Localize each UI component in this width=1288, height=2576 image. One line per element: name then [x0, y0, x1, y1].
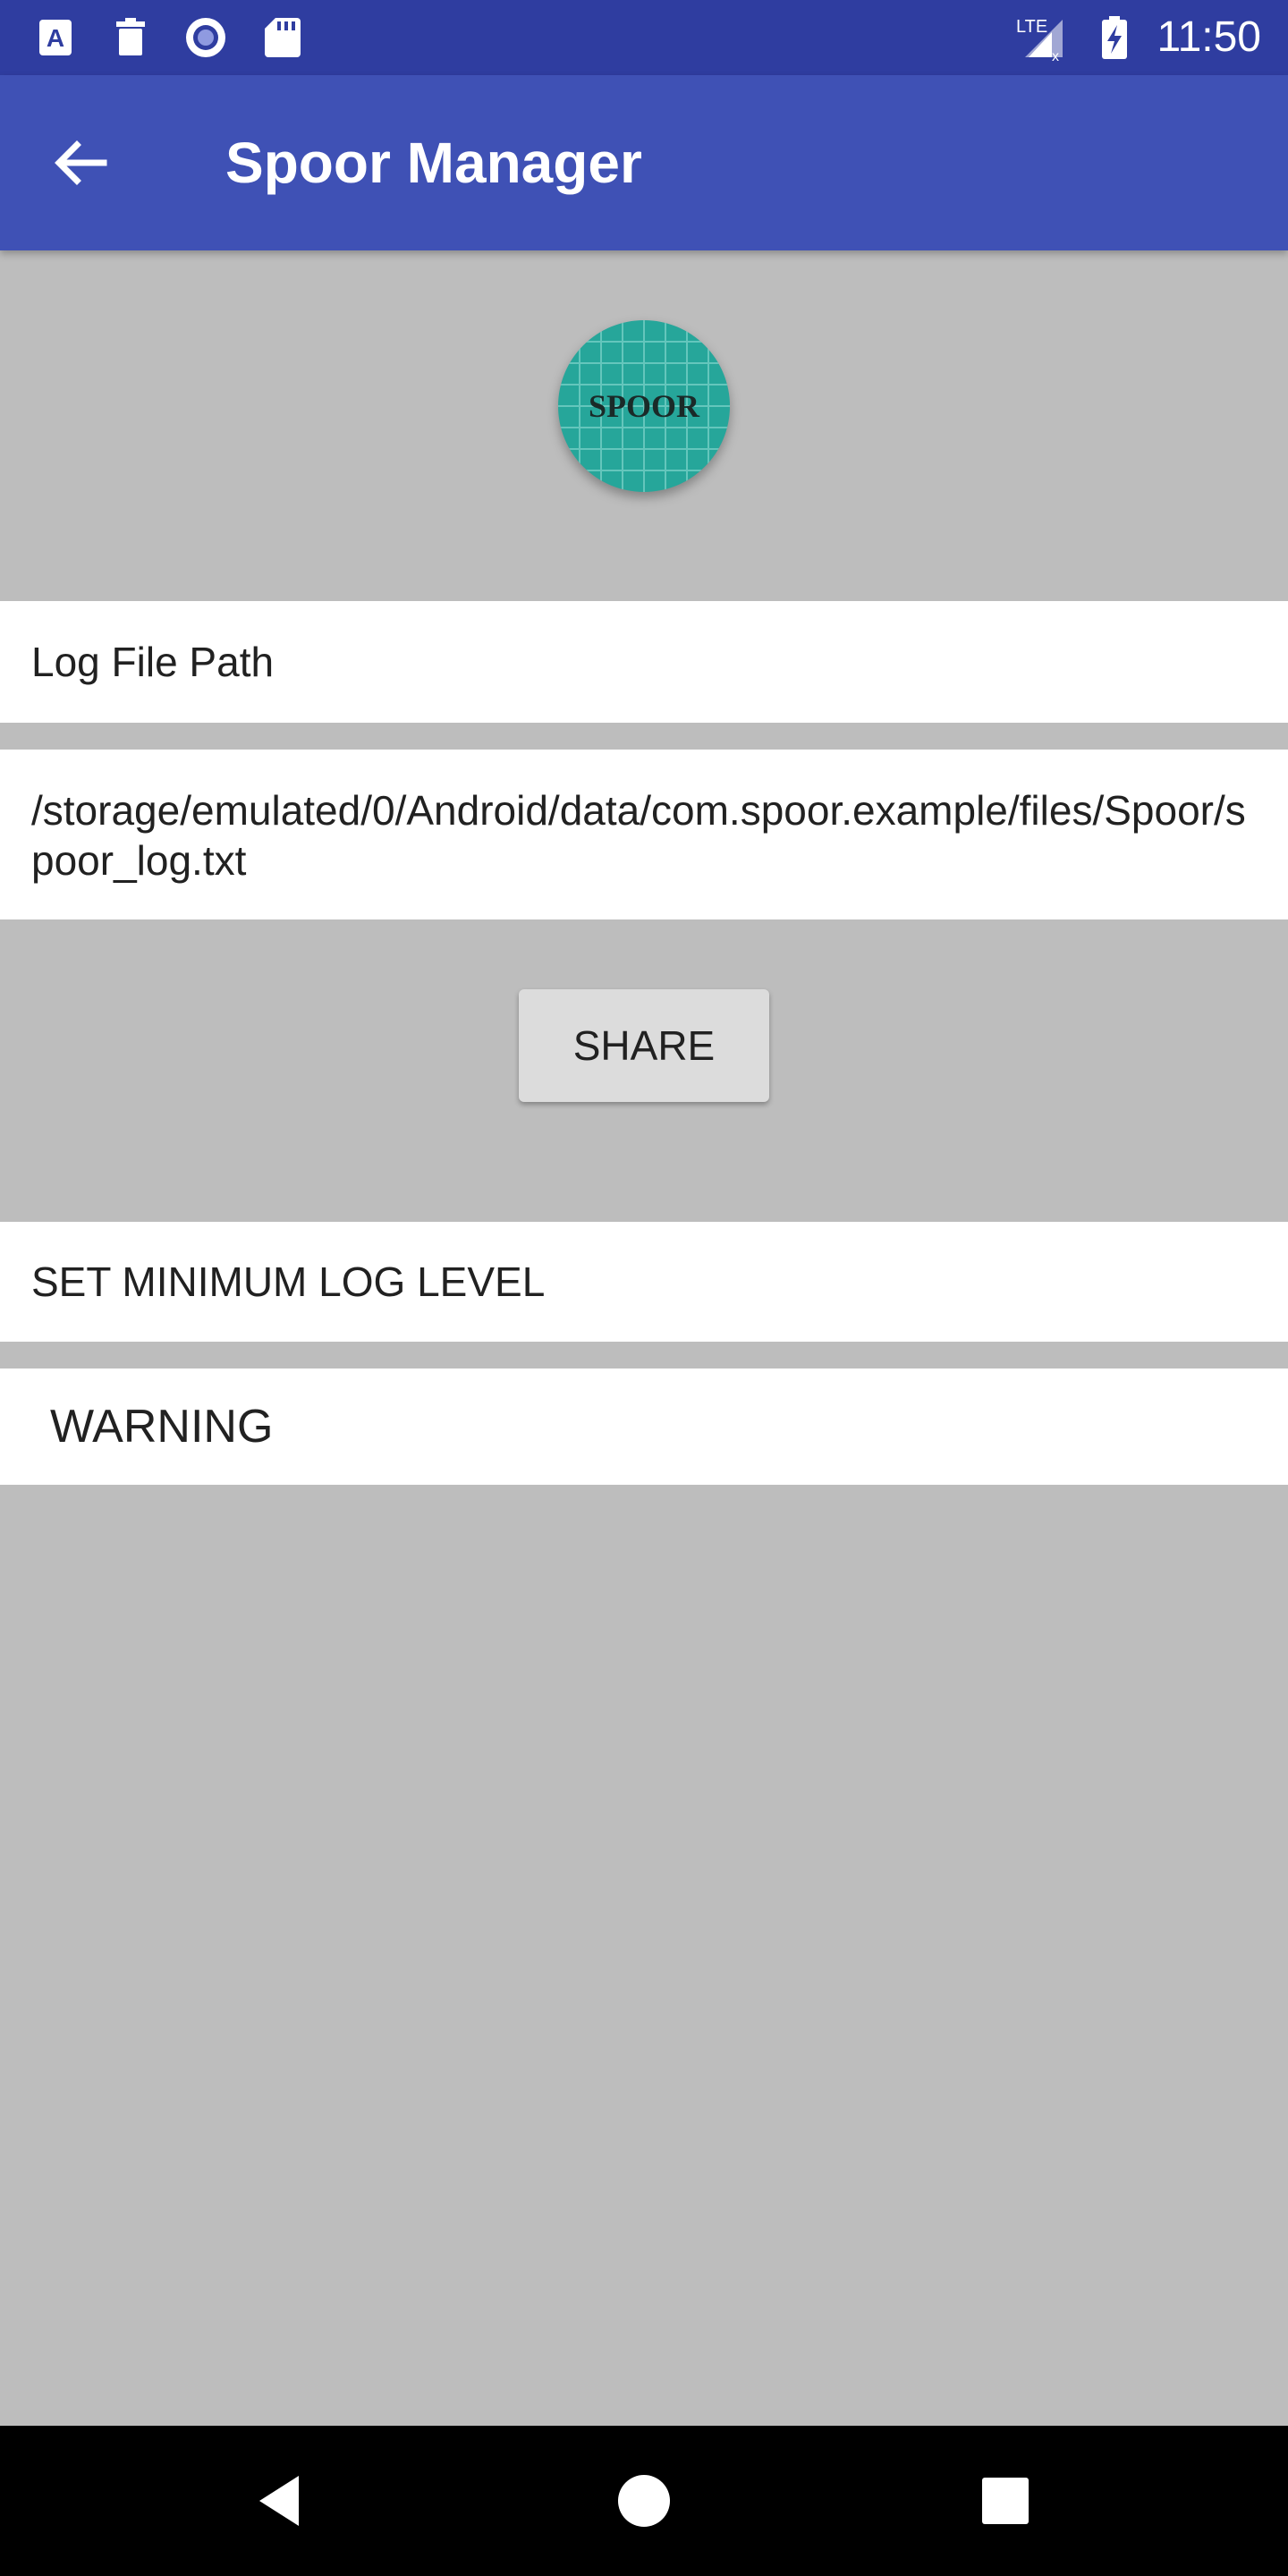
share-button[interactable]: SHARE	[519, 989, 769, 1102]
log-file-path-header: Log File Path	[0, 601, 1288, 723]
battery-charging-icon	[1089, 13, 1140, 63]
page-title: Spoor Manager	[225, 131, 642, 195]
log-level-spinner[interactable]: WARNING	[0, 1368, 1288, 1485]
sd-card-icon	[258, 13, 308, 63]
navigation-bar	[0, 2426, 1288, 2576]
nav-recents-button[interactable]	[970, 2465, 1041, 2537]
logo-text: SPOOR	[589, 388, 700, 424]
trash-icon	[106, 13, 156, 63]
log-level-header: SET MINIMUM LOG LEVEL	[0, 1222, 1288, 1342]
clock: 11:50	[1157, 13, 1261, 61]
arrow-back-icon	[55, 140, 107, 185]
text-a-icon: A	[30, 13, 80, 63]
svg-text:LTE: LTE	[1016, 17, 1047, 37]
svg-text:x: x	[1052, 49, 1059, 63]
nav-home-button[interactable]	[608, 2465, 680, 2537]
back-triangle-icon	[259, 2476, 299, 2526]
log-level-value: WARNING	[50, 1401, 274, 1453]
spoor-logo: SPOOR	[558, 320, 730, 492]
log-level-label: SET MINIMUM LOG LEVEL	[31, 1258, 546, 1305]
recents-square-icon	[982, 2478, 1029, 2524]
nav-back-button[interactable]	[247, 2465, 318, 2537]
back-button[interactable]	[45, 127, 116, 199]
log-file-path-value: /storage/emulated/0/Android/data/com.spo…	[31, 787, 1246, 884]
status-bar: A LTE x 11:50	[0, 0, 1288, 75]
svg-text:A: A	[47, 24, 64, 52]
home-circle-icon	[618, 2475, 670, 2527]
log-file-path-row: /storage/emulated/0/Android/data/com.spo…	[0, 750, 1288, 919]
log-file-path-label: Log File Path	[31, 639, 275, 685]
record-icon	[181, 13, 231, 63]
lte-signal-icon: LTE x	[1016, 13, 1066, 63]
app-bar: Spoor Manager	[0, 75, 1288, 250]
